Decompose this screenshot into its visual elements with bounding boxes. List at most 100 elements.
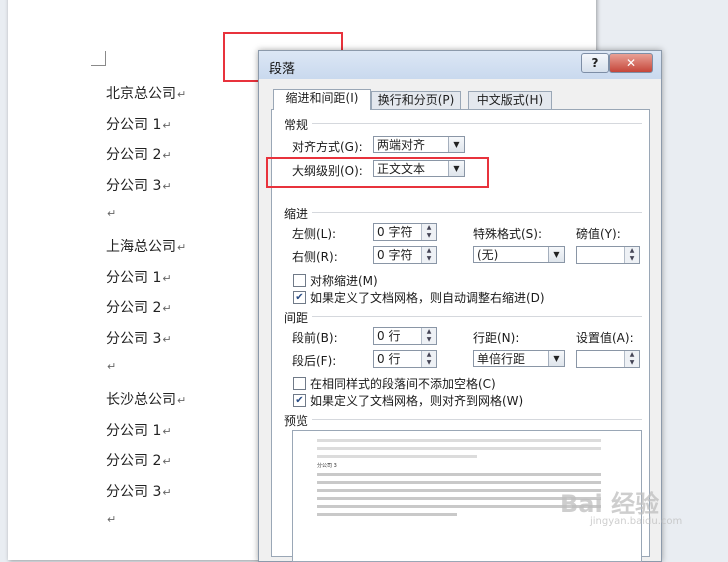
- document-line[interactable]: 分公司 3↵: [106, 328, 172, 348]
- spin-up-icon[interactable]: ▲: [422, 328, 436, 336]
- help-button[interactable]: ?: [581, 53, 609, 73]
- paragraph-mark-icon: ↵: [107, 513, 117, 527]
- preview-following-line: [317, 505, 601, 508]
- document-empty-line[interactable]: ↵: [106, 205, 116, 221]
- space-before-label: 段前(B):: [292, 331, 338, 345]
- spacing-at-spinner[interactable]: ▲ ▼: [624, 351, 639, 367]
- dialog-titlebar[interactable]: 段落 ? ✕: [259, 51, 661, 79]
- document-line[interactable]: 上海总公司↵: [106, 236, 186, 256]
- tab-asian-typography[interactable]: 中文版式(H): [468, 91, 552, 109]
- document-line[interactable]: 分公司 2↵: [106, 144, 172, 164]
- document-line-text: 分公司 3: [106, 330, 162, 347]
- alignment-select[interactable]: 两端对齐 ▼: [373, 136, 465, 153]
- left-indent-input[interactable]: 0 字符 ▲ ▼: [373, 223, 437, 241]
- document-line-text: 分公司 2: [106, 300, 162, 317]
- space-before-input[interactable]: 0 行 ▲ ▼: [373, 327, 437, 345]
- document-line-text: 长沙总公司: [106, 392, 176, 408]
- preview-previous-line: [317, 447, 601, 450]
- preview-section-title: 预览: [284, 414, 309, 428]
- spin-up-icon[interactable]: ▲: [422, 224, 436, 232]
- preview-following-line: [317, 489, 601, 492]
- snap-to-grid-checkbox[interactable]: ✔: [293, 394, 306, 407]
- no-space-same-style-label: 在相同样式的段落间不添加空格(C): [310, 377, 496, 391]
- chevron-down-icon: ▼: [448, 137, 464, 152]
- line-spacing-select[interactable]: 单倍行距 ▼: [473, 350, 565, 367]
- document-line[interactable]: 分公司 1↵: [106, 114, 172, 134]
- indent-by-spinner[interactable]: ▲ ▼: [624, 247, 639, 263]
- right-indent-label: 右侧(R):: [292, 250, 338, 264]
- spacing-section-rule: [312, 316, 642, 317]
- space-after-spinner[interactable]: ▲ ▼: [421, 351, 436, 367]
- paragraph-mark-icon: ↵: [107, 207, 117, 221]
- document-line[interactable]: 长沙总公司↵: [106, 389, 186, 409]
- document-line-text: 上海总公司: [106, 239, 176, 255]
- left-indent-label: 左侧(L):: [292, 227, 337, 241]
- spacing-at-label: 设置值(A):: [576, 331, 634, 345]
- space-after-value: 0 行: [377, 352, 401, 366]
- watermark-url: jingyan.baidu.com: [590, 516, 683, 527]
- paragraph-mark-icon: ↵: [162, 424, 172, 438]
- spacing-section-title: 间距: [284, 311, 309, 325]
- snap-to-grid-label: 如果定义了文档网格，则对齐到网格(W): [310, 394, 524, 408]
- paragraph-mark-icon: ↵: [162, 118, 172, 132]
- spin-down-icon[interactable]: ▼: [625, 255, 639, 263]
- left-indent-spinner[interactable]: ▲ ▼: [421, 224, 436, 240]
- spin-down-icon[interactable]: ▼: [422, 232, 436, 240]
- special-indent-select[interactable]: (无) ▼: [473, 246, 565, 263]
- spin-up-icon[interactable]: ▲: [625, 247, 639, 255]
- line-spacing-label: 行距(N):: [473, 331, 520, 345]
- document-line[interactable]: 分公司 2↵: [106, 297, 172, 317]
- document-line[interactable]: 分公司 1↵: [106, 420, 172, 440]
- paragraph-mark-icon: ↵: [162, 271, 172, 285]
- indent-by-input[interactable]: ▲ ▼: [576, 246, 640, 264]
- spacing-at-input[interactable]: ▲ ▼: [576, 350, 640, 368]
- preview-following-line: [317, 481, 601, 484]
- paragraph-mark-icon: ↵: [162, 302, 172, 316]
- chevron-down-icon: ▼: [548, 247, 564, 262]
- document-line[interactable]: 分公司 3↵: [106, 481, 172, 501]
- general-section-rule: [312, 123, 642, 124]
- right-indent-input[interactable]: 0 字符 ▲ ▼: [373, 246, 437, 264]
- no-space-same-style-checkbox[interactable]: [293, 377, 306, 390]
- document-line-text: 分公司 2: [106, 453, 162, 470]
- mirror-indent-checkbox[interactable]: [293, 274, 306, 287]
- spin-up-icon[interactable]: ▲: [422, 351, 436, 359]
- document-line-text: 分公司 3: [106, 483, 162, 500]
- auto-adjust-indent-label: 如果定义了文档网格，则自动调整右缩进(D): [310, 291, 545, 305]
- close-button[interactable]: ✕: [609, 53, 653, 73]
- right-indent-spinner[interactable]: ▲ ▼: [421, 247, 436, 263]
- preview-following-line: [317, 513, 457, 516]
- paragraph-mark-icon: ↵: [177, 241, 187, 254]
- paragraph-mark-icon: ↵: [177, 394, 187, 407]
- spin-up-icon[interactable]: ▲: [625, 351, 639, 359]
- preview-following-line: [317, 473, 601, 476]
- space-after-input[interactable]: 0 行 ▲ ▼: [373, 350, 437, 368]
- preview-following-line: [317, 497, 601, 500]
- tab-indent-spacing[interactable]: 缩进和间距(I): [273, 89, 371, 110]
- document-line[interactable]: 分公司 2↵: [106, 450, 172, 470]
- spin-down-icon[interactable]: ▼: [422, 336, 436, 344]
- indent-section-title: 缩进: [284, 207, 309, 221]
- preview-section-rule: [312, 419, 642, 420]
- document-line-text: 北京总公司: [106, 86, 176, 102]
- space-before-spinner[interactable]: ▲ ▼: [421, 328, 436, 344]
- spin-down-icon[interactable]: ▼: [422, 359, 436, 367]
- spin-down-icon[interactable]: ▼: [422, 255, 436, 263]
- indent-by-label: 磅值(Y):: [576, 227, 621, 241]
- document-line[interactable]: 分公司 3↵: [106, 175, 172, 195]
- paragraph-mark-icon: ↵: [162, 455, 172, 469]
- margin-corner-mark: [91, 51, 106, 66]
- spin-up-icon[interactable]: ▲: [422, 247, 436, 255]
- document-line[interactable]: 北京总公司↵: [106, 83, 186, 103]
- paragraph-mark-icon: ↵: [162, 149, 172, 163]
- document-line[interactable]: 分公司 1↵: [106, 267, 172, 287]
- tab-line-page-breaks[interactable]: 换行和分页(P): [371, 91, 461, 109]
- watermark-brand: Bai 经验: [560, 490, 660, 518]
- spin-down-icon[interactable]: ▼: [625, 359, 639, 367]
- document-empty-line[interactable]: ↵: [106, 358, 116, 374]
- preview-previous-line: [317, 439, 601, 442]
- auto-adjust-indent-checkbox[interactable]: ✔: [293, 291, 306, 304]
- document-empty-line[interactable]: ↵: [106, 511, 116, 527]
- right-indent-value: 0 字符: [377, 248, 413, 262]
- chevron-down-icon: ▼: [548, 351, 564, 366]
